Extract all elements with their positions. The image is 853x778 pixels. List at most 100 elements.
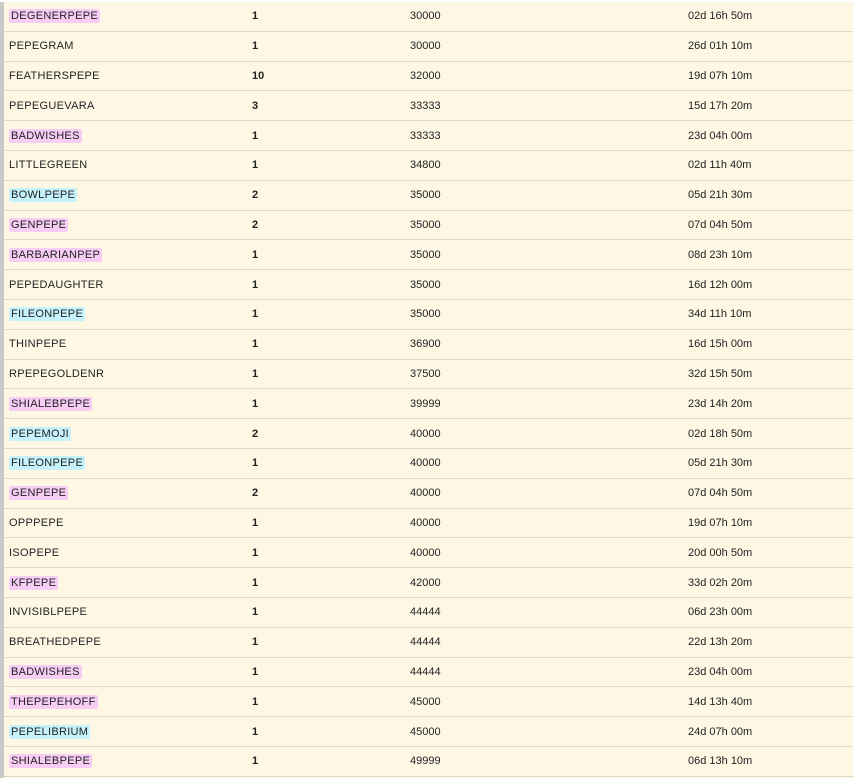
table-row[interactable]: BADWISHES 1 44444 23d 04h 00m <box>4 658 853 688</box>
table-row[interactable]: PEPEMOJI 2 40000 02d 18h 50m <box>4 419 853 449</box>
table-row[interactable]: GENPEPE 2 40000 07d 04h 50m <box>4 479 853 509</box>
asset-name-link[interactable]: KFPEPE <box>9 575 59 590</box>
time-remaining-cell: 05d 21h 30m <box>688 457 753 470</box>
asset-name-link[interactable]: PEPEGRAM <box>9 39 76 53</box>
asset-name-cell: BADWISHES <box>9 658 82 687</box>
table-row[interactable]: INVISIBLPEPE 1 44444 06d 23h 00m <box>4 598 853 628</box>
quantity-cell: 3 <box>252 99 259 112</box>
quantity-cell: 1 <box>252 576 259 589</box>
time-remaining-cell: 20d 00h 50m <box>688 546 753 559</box>
quantity-cell: 1 <box>252 755 259 768</box>
table-row[interactable]: SHIALEBPEPE 1 39999 23d 14h 20m <box>4 389 853 420</box>
asset-name-cell: THEPEPEHOFF <box>9 687 98 716</box>
asset-name-link[interactable]: BREATHEDPEPE <box>9 635 103 649</box>
table-row[interactable]: DEGENERPEPE 1 30000 02d 16h 50m <box>4 2 853 32</box>
quantity-cell: 1 <box>252 159 259 172</box>
quantity-cell: 1 <box>252 636 259 649</box>
time-remaining-cell: 14d 13h 40m <box>688 695 753 708</box>
table-row[interactable]: GENPEPE 2 35000 07d 04h 50m <box>4 211 853 241</box>
asset-name-link[interactable]: THINPEPE <box>9 337 68 351</box>
table-row[interactable]: FEATHERSPEPE 10 32000 19d 07h 10m <box>4 62 853 92</box>
asset-name-link[interactable]: ISOPEPE <box>9 546 61 560</box>
quantity-cell: 2 <box>252 189 259 202</box>
table-row[interactable]: BADWISHES 1 33333 23d 04h 00m <box>4 121 853 151</box>
asset-name-link[interactable]: GENPEPE <box>9 217 69 232</box>
asset-name-cell: THINPEPE <box>9 330 68 359</box>
asset-name-link[interactable]: PEPEDAUGHTER <box>9 278 106 292</box>
price-cell: 44444 <box>410 636 441 649</box>
asset-name-cell: PEPEMOJI <box>9 419 72 448</box>
time-remaining-cell: 06d 23h 00m <box>688 606 753 619</box>
table-body: DEGENERPEPE 1 30000 02d 16h 50m PEPEGRAM 1 300… <box>4 2 853 777</box>
price-cell: 30000 <box>410 10 441 23</box>
table-row[interactable]: BREATHEDPEPE 1 44444 22d 13h 20m <box>4 628 853 658</box>
asset-name-link[interactable]: BADWISHES <box>9 128 82 143</box>
quantity-cell: 2 <box>252 218 259 231</box>
quantity-cell: 2 <box>252 427 259 440</box>
quantity-cell: 1 <box>252 665 259 678</box>
asset-name-link[interactable]: PEPEMOJI <box>9 426 72 441</box>
asset-name-link[interactable]: OPPPEPE <box>9 516 66 530</box>
table-row[interactable]: PEPEDAUGHTER 1 35000 16d 12h 00m <box>4 270 853 300</box>
asset-name-link[interactable]: BADWISHES <box>9 664 82 679</box>
asset-name-link[interactable]: FILEONPEPE <box>9 307 86 322</box>
table-row[interactable]: BARBARIANPEP 1 35000 08d 23h 10m <box>4 240 853 271</box>
time-remaining-cell: 07d 04h 50m <box>688 487 753 500</box>
price-cell: 36900 <box>410 338 441 351</box>
time-remaining-cell: 22d 13h 20m <box>688 636 753 649</box>
table-row[interactable]: OPPPEPE 1 40000 19d 07h 10m <box>4 509 853 539</box>
asset-name-link[interactable]: SHIALEBPEPE <box>9 396 93 411</box>
price-cell: 49999 <box>410 755 441 768</box>
asset-name-link[interactable]: LITTLEGREEN <box>9 158 90 172</box>
asset-name-link[interactable]: PEPEGUEVARA <box>9 99 97 113</box>
table-row[interactable]: PEPELIBRIUM 1 45000 24d 07h 00m <box>4 717 853 747</box>
table-row[interactable]: ISOPEPE 1 40000 20d 00h 50m <box>4 538 853 569</box>
asset-name-cell: OPPPEPE <box>9 509 66 538</box>
asset-name-link[interactable]: PEPELIBRIUM <box>9 724 91 739</box>
price-cell: 40000 <box>410 427 441 440</box>
quantity-cell: 1 <box>252 40 259 53</box>
time-remaining-cell: 07d 04h 50m <box>688 218 753 231</box>
table-row[interactable]: THINPEPE 1 36900 16d 15h 00m <box>4 330 853 360</box>
time-remaining-cell: 19d 07h 10m <box>688 516 753 529</box>
asset-name-link[interactable]: THEPEPEHOFF <box>9 694 98 709</box>
table-row[interactable]: RPEPEGOLDENR 1 37500 32d 15h 50m <box>4 360 853 390</box>
quantity-cell: 1 <box>252 338 259 351</box>
price-cell: 35000 <box>410 308 441 321</box>
asset-name-cell: KFPEPE <box>9 568 59 597</box>
price-cell: 35000 <box>410 189 441 202</box>
asset-name-link[interactable]: RPEPEGOLDENR <box>9 367 106 381</box>
asset-name-link[interactable]: FILEONPEPE <box>9 456 86 471</box>
table-row[interactable]: LITTLEGREEN 1 34800 02d 11h 40m <box>4 151 853 181</box>
time-remaining-cell: 23d 14h 20m <box>688 397 753 410</box>
asset-name-link[interactable]: FEATHERSPEPE <box>9 69 102 83</box>
asset-name-cell: GENPEPE <box>9 479 69 508</box>
quantity-cell: 1 <box>252 308 259 321</box>
time-remaining-cell: 06d 13h 10m <box>688 755 753 768</box>
table-row[interactable]: BOWLPEPE 2 35000 05d 21h 30m <box>4 181 853 211</box>
time-remaining-cell: 23d 04h 00m <box>688 665 753 678</box>
asset-name-cell: BARBARIANPEP <box>9 240 103 269</box>
table-row[interactable]: FILEONPEPE 1 35000 34d 11h 10m <box>4 300 853 330</box>
table-row[interactable]: FILEONPEPE 1 40000 05d 21h 30m <box>4 449 853 479</box>
table-row[interactable]: PEPEGUEVARA 3 33333 15d 17h 20m <box>4 91 853 122</box>
table-row[interactable]: THEPEPEHOFF 1 45000 14d 13h 40m <box>4 687 853 718</box>
asset-name-link[interactable]: BARBARIANPEP <box>9 247 103 262</box>
price-cell: 30000 <box>410 40 441 53</box>
quantity-cell: 1 <box>252 725 259 738</box>
table-row[interactable]: KFPEPE 1 42000 33d 02h 20m <box>4 568 853 598</box>
price-cell: 35000 <box>410 218 441 231</box>
asset-name-cell: FILEONPEPE <box>9 449 86 478</box>
asset-name-link[interactable]: GENPEPE <box>9 486 69 501</box>
asset-name-link[interactable]: INVISIBLPEPE <box>9 605 89 619</box>
time-remaining-cell: 19d 07h 10m <box>688 69 753 82</box>
quantity-cell: 2 <box>252 487 259 500</box>
asset-name-link[interactable]: BOWLPEPE <box>9 188 78 203</box>
time-remaining-cell: 15d 17h 20m <box>688 99 753 112</box>
table-row[interactable]: SHIALEBPEPE 1 49999 06d 13h 10m <box>4 747 853 777</box>
asset-name-link[interactable]: DEGENERPEPE <box>9 9 101 24</box>
table-row[interactable]: PEPEGRAM 1 30000 26d 01h 10m <box>4 32 853 62</box>
quantity-cell: 1 <box>252 367 259 380</box>
quantity-cell: 1 <box>252 397 259 410</box>
asset-name-link[interactable]: SHIALEBPEPE <box>9 754 93 769</box>
